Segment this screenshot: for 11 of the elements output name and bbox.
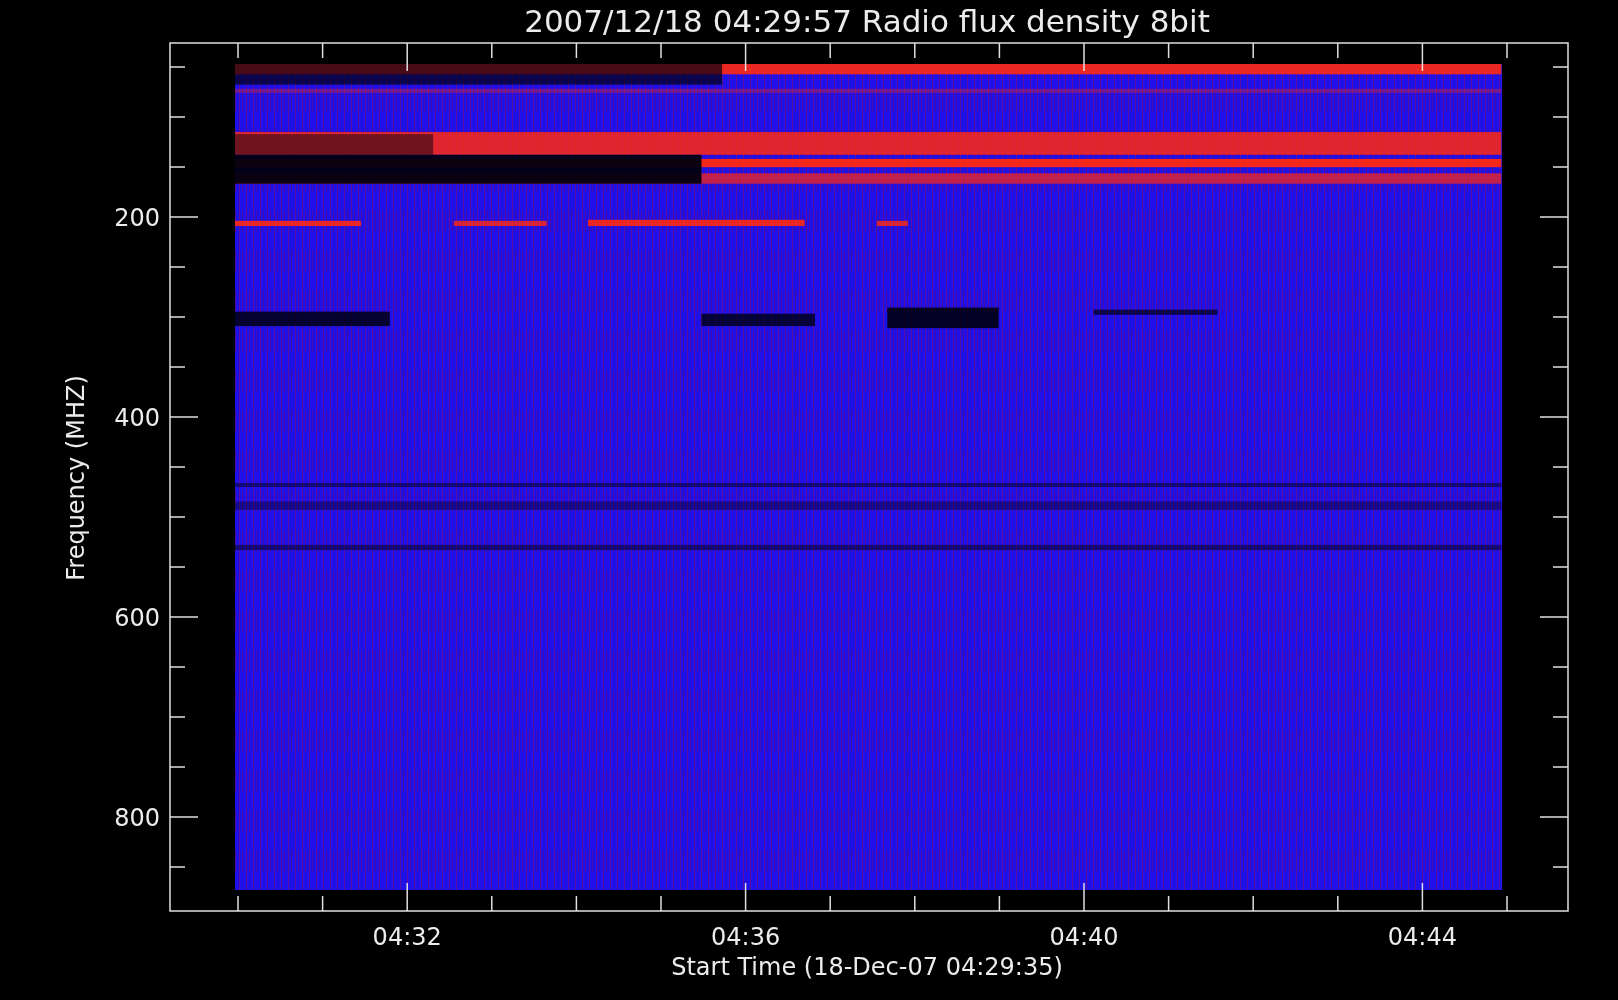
axis-tick-label: 04:40 xyxy=(1049,923,1119,951)
axis-tick-label: 600 xyxy=(114,604,160,632)
y-axis-label: Frequency (MHZ) xyxy=(62,375,90,581)
x-axis-label: Start Time (18-Dec-07 04:29:35) xyxy=(671,953,1063,981)
axis-tick-label: 200 xyxy=(114,204,160,232)
axis-tick-label: 800 xyxy=(114,804,160,832)
axis-tick-label: 04:32 xyxy=(372,923,442,951)
axis-tick-label: 400 xyxy=(114,404,160,432)
chart-title: 2007/12/18 04:29:57 Radio flux density 8bit xyxy=(524,3,1210,39)
axis-tick-label: 04:36 xyxy=(711,923,781,951)
axis-tick-label: 04:44 xyxy=(1387,923,1457,951)
